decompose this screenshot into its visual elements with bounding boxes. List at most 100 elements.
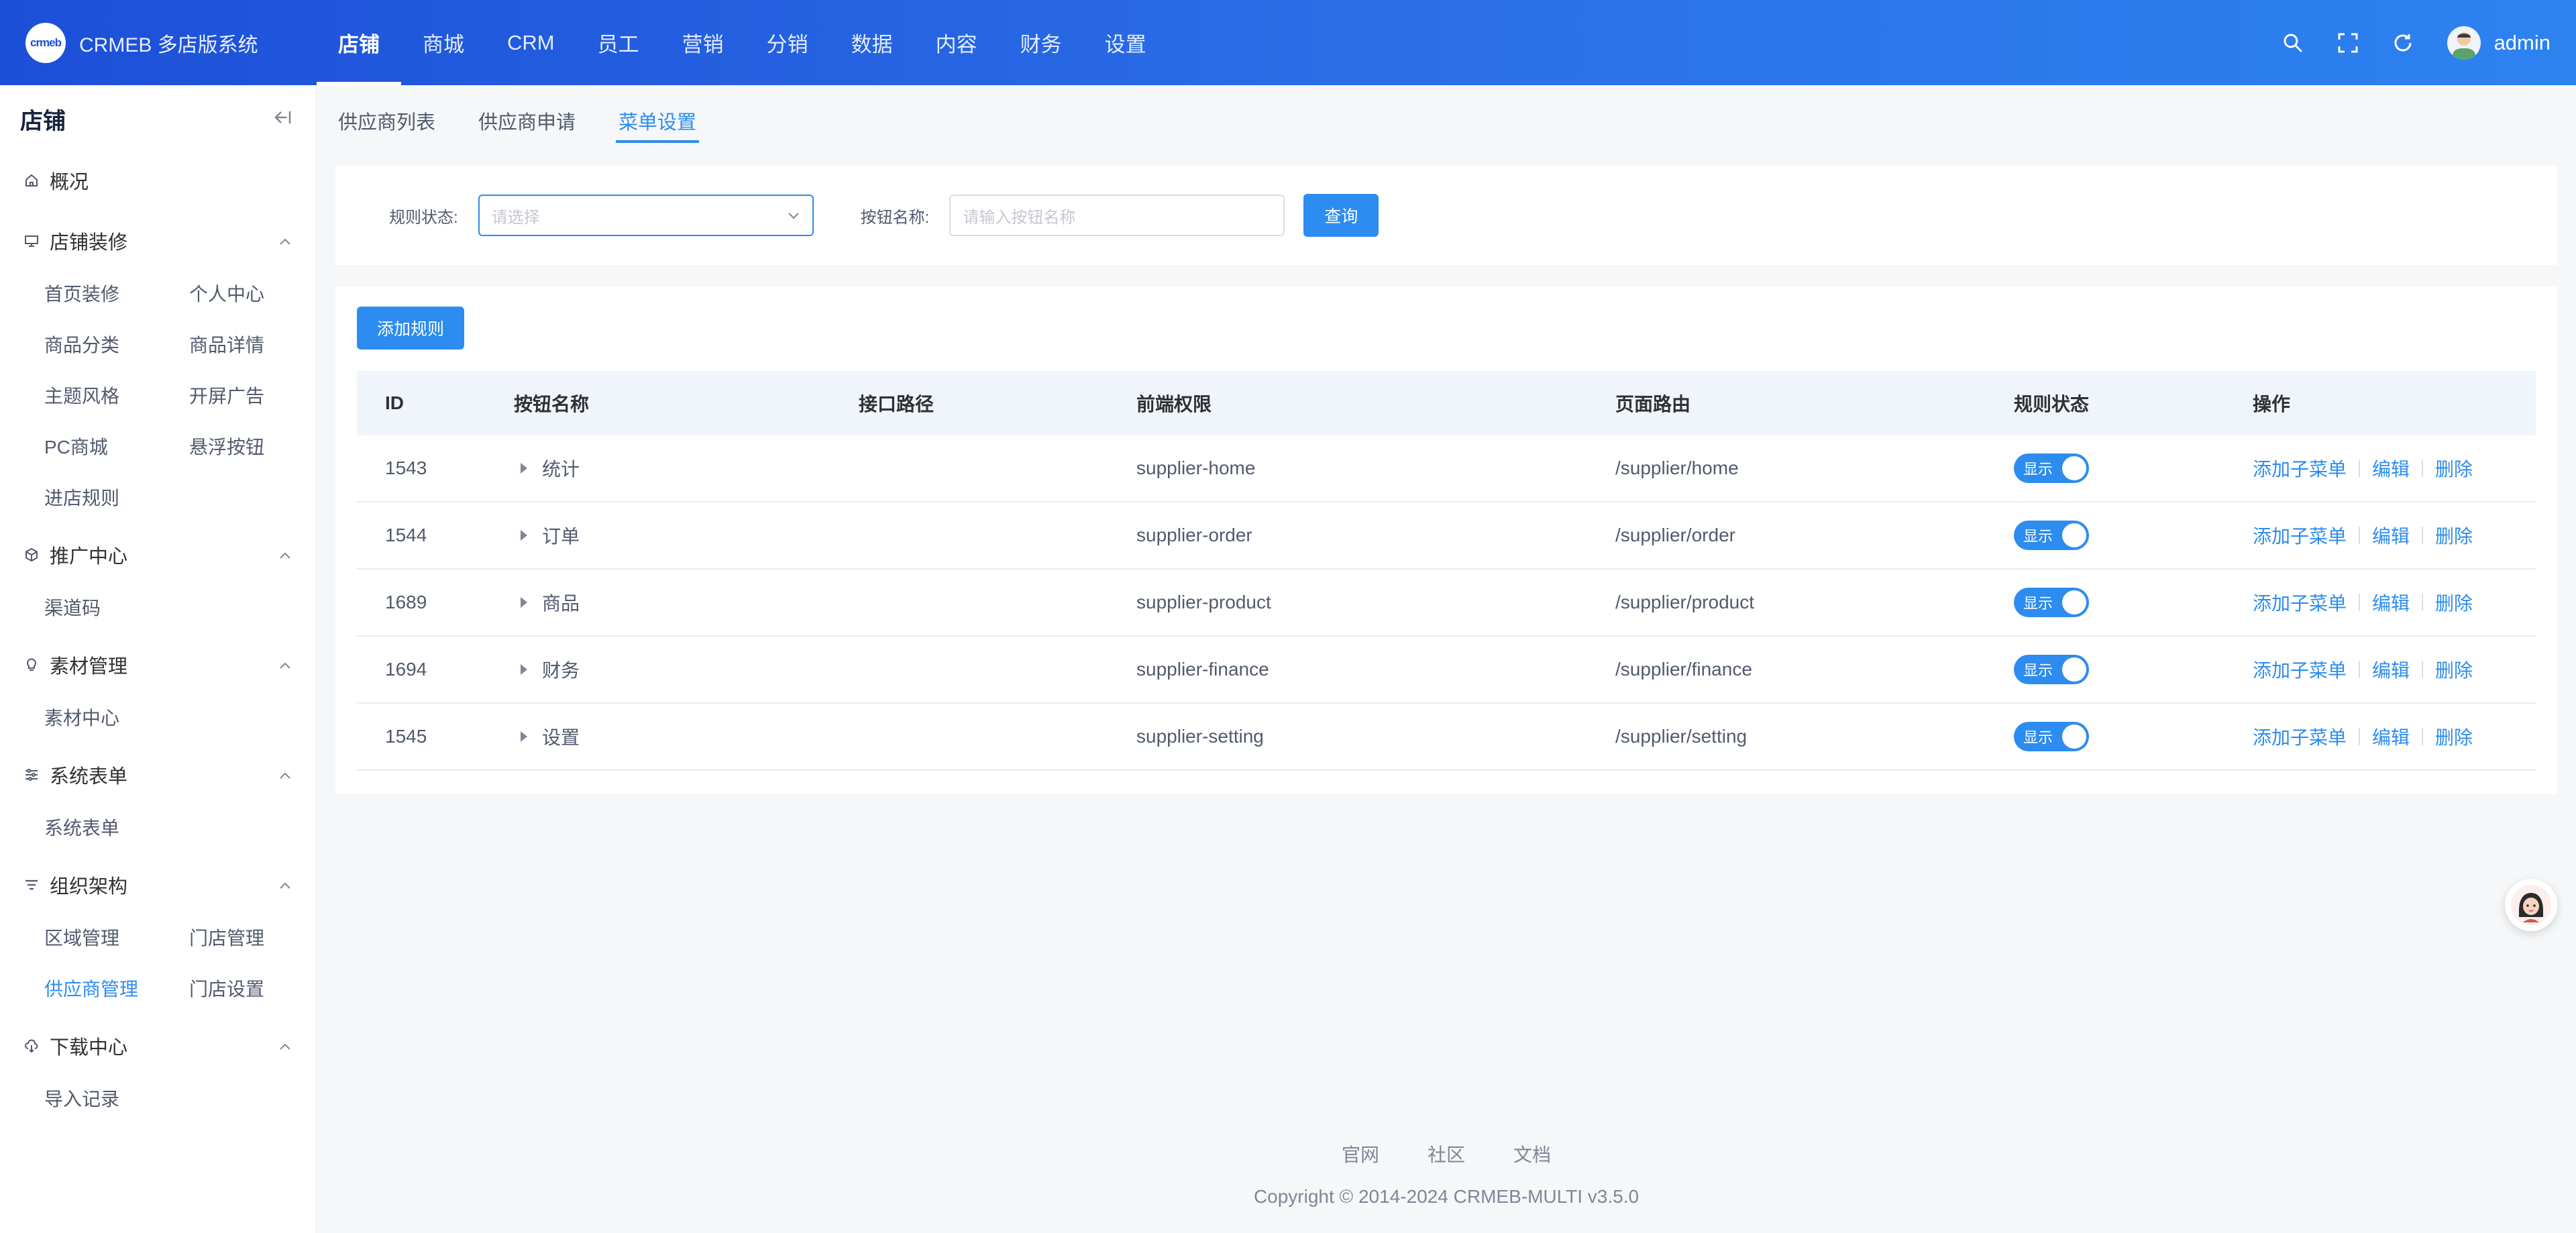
add-rule-button[interactable]: 添加规则	[357, 307, 464, 350]
delete-link[interactable]: 删除	[2435, 656, 2473, 683]
topnav-marketing[interactable]: 营销	[661, 0, 745, 85]
header-tools: admin	[2253, 25, 2576, 60]
footer-link-official-site[interactable]: 官网	[1342, 1140, 1379, 1167]
cell-name: 订单	[542, 526, 580, 547]
topnav-staff[interactable]: 员工	[576, 0, 661, 85]
add-submenu-link[interactable]: 添加子菜单	[2253, 589, 2347, 616]
search-icon[interactable]	[2278, 28, 2308, 58]
sidebar-item-pc-mall[interactable]: PC商城	[44, 421, 189, 472]
monitor-icon	[24, 231, 43, 250]
status-toggle[interactable]: 显示	[2014, 588, 2089, 617]
cell-route: /supplier/finance	[1615, 659, 1752, 680]
customer-service-avatar-icon[interactable]	[2505, 879, 2557, 931]
topnav-finance[interactable]: 财务	[999, 0, 1083, 85]
sidebar-item-material-center[interactable]: 素材中心	[44, 692, 189, 743]
topnav-content[interactable]: 内容	[914, 0, 999, 85]
sidebar-group-title: 组织架构	[50, 876, 128, 898]
col-header-id: ID	[385, 392, 404, 413]
topnav-distribution[interactable]: 分销	[745, 0, 830, 85]
delete-link[interactable]: 删除	[2435, 522, 2473, 549]
tab-menu-settings[interactable]: 菜单设置	[616, 107, 700, 146]
topnav-crm[interactable]: CRM	[486, 0, 576, 85]
status-toggle[interactable]: 显示	[2014, 521, 2089, 550]
rules-table: ID 按钮名称 接口路径 前端权限 页面路由 规则状态 操作 1543 统计 s…	[357, 371, 2536, 771]
footer-link-community[interactable]: 社区	[1428, 1140, 1465, 1167]
tab-supplier-application[interactable]: 供应商申请	[476, 107, 578, 146]
expand-arrow-icon[interactable]	[521, 664, 527, 675]
sidebar-group-head-promotion[interactable]: 推广中心	[0, 528, 316, 582]
sidebar-group-head-decoration[interactable]: 店铺装修	[0, 214, 316, 268]
sidebar-group-head-organization[interactable]: 组织架构	[0, 858, 316, 912]
status-toggle-label: 显示	[2023, 461, 2053, 478]
add-submenu-link[interactable]: 添加子菜单	[2253, 522, 2347, 549]
sidebar-item-product-detail[interactable]: 商品详情	[189, 319, 334, 370]
add-submenu-link[interactable]: 添加子菜单	[2253, 455, 2347, 482]
cell-id: 1545	[385, 726, 427, 747]
delete-link[interactable]: 删除	[2435, 455, 2473, 482]
sidebar-item-region-management[interactable]: 区域管理	[44, 912, 189, 963]
status-select[interactable]: 请选择	[478, 195, 814, 236]
main-content: 供应商列表 供应商申请 菜单设置 规则状态: 请选择 按钮名称: 请输入按钮名称…	[317, 85, 2576, 1233]
expand-arrow-icon[interactable]	[521, 597, 527, 608]
expand-arrow-icon[interactable]	[521, 731, 527, 742]
cell-permission: supplier-home	[1136, 458, 1256, 478]
cell-id: 1694	[385, 659, 427, 680]
user-avatar[interactable]	[2447, 25, 2481, 60]
sidebar-item-overview[interactable]: 概况	[0, 152, 316, 209]
sidebar-group-head-download[interactable]: 下载中心	[0, 1019, 316, 1073]
col-header-route: 页面路由	[1615, 394, 1691, 415]
topnav-data[interactable]: 数据	[830, 0, 914, 85]
sidebar-item-home-decoration[interactable]: 首页装修	[44, 268, 189, 319]
logo-area[interactable]: crmeb CRMEB 多店版系统	[0, 22, 317, 63]
tab-supplier-list[interactable]: 供应商列表	[335, 107, 438, 146]
col-header-api-path: 接口路径	[859, 394, 934, 415]
status-select-placeholder: 请选择	[491, 208, 540, 227]
delete-link[interactable]: 删除	[2435, 589, 2473, 616]
status-toggle[interactable]: 显示	[2014, 453, 2089, 483]
sidebar-item-personal-center[interactable]: 个人中心	[189, 268, 334, 319]
sidebar-item-store-management[interactable]: 门店管理	[189, 912, 334, 963]
table-row: 1689 商品 supplier-product /supplier/produ…	[357, 570, 2536, 637]
sidebar-item-splash-ad[interactable]: 开屏广告	[189, 370, 334, 421]
fullscreen-icon[interactable]	[2333, 28, 2363, 58]
sidebar-item-store-settings[interactable]: 门店设置	[189, 963, 334, 1014]
query-button[interactable]: 查询	[1303, 194, 1379, 237]
sidebar-item-system-form[interactable]: 系统表单	[44, 802, 189, 853]
delete-link[interactable]: 删除	[2435, 723, 2473, 750]
edit-link[interactable]: 编辑	[2372, 522, 2410, 549]
sidebar-group-title: 推广中心	[50, 546, 128, 568]
sidebar-item-theme-style[interactable]: 主题风格	[44, 370, 189, 421]
edit-link[interactable]: 编辑	[2372, 723, 2410, 750]
sidebar-group-head-material[interactable]: 素材管理	[0, 638, 316, 692]
chevron-up-icon	[278, 654, 292, 676]
username[interactable]: admin	[2494, 31, 2551, 55]
sidebar-group-head-system-form[interactable]: 系统表单	[0, 748, 316, 802]
add-submenu-link[interactable]: 添加子菜单	[2253, 656, 2347, 683]
sidebar-item-float-button[interactable]: 悬浮按钮	[189, 421, 334, 472]
cell-name: 财务	[542, 660, 580, 681]
cell-name-wrap: 设置	[514, 723, 859, 750]
status-toggle[interactable]: 显示	[2014, 655, 2089, 684]
edit-link[interactable]: 编辑	[2372, 455, 2410, 482]
refresh-icon[interactable]	[2388, 28, 2418, 58]
sidebar-item-supplier-management[interactable]: 供应商管理	[44, 963, 189, 1014]
expand-arrow-icon[interactable]	[521, 530, 527, 541]
topnav-shop[interactable]: 店铺	[317, 0, 401, 85]
sidebar-item-channel-code[interactable]: 渠道码	[44, 582, 189, 633]
add-submenu-link[interactable]: 添加子菜单	[2253, 723, 2347, 750]
topnav-mall[interactable]: 商城	[401, 0, 486, 85]
sidebar-item-product-category[interactable]: 商品分类	[44, 319, 189, 370]
expand-arrow-icon[interactable]	[521, 463, 527, 474]
cell-name-wrap: 商品	[514, 589, 859, 616]
edit-link[interactable]: 编辑	[2372, 656, 2410, 683]
sidebar-item-store-rules[interactable]: 进店规则	[44, 472, 189, 523]
topnav-settings[interactable]: 设置	[1083, 0, 1168, 85]
status-toggle[interactable]: 显示	[2014, 722, 2089, 751]
sidebar-item-import-records[interactable]: 导入记录	[44, 1073, 189, 1124]
collapse-sidebar-icon[interactable]	[273, 109, 292, 129]
button-name-input[interactable]: 请输入按钮名称	[949, 195, 1285, 236]
footer-link-docs[interactable]: 文档	[1513, 1140, 1551, 1167]
cell-name-wrap: 统计	[514, 455, 859, 482]
edit-link[interactable]: 编辑	[2372, 589, 2410, 616]
table-row: 1694 财务 supplier-finance /supplier/finan…	[357, 637, 2536, 704]
